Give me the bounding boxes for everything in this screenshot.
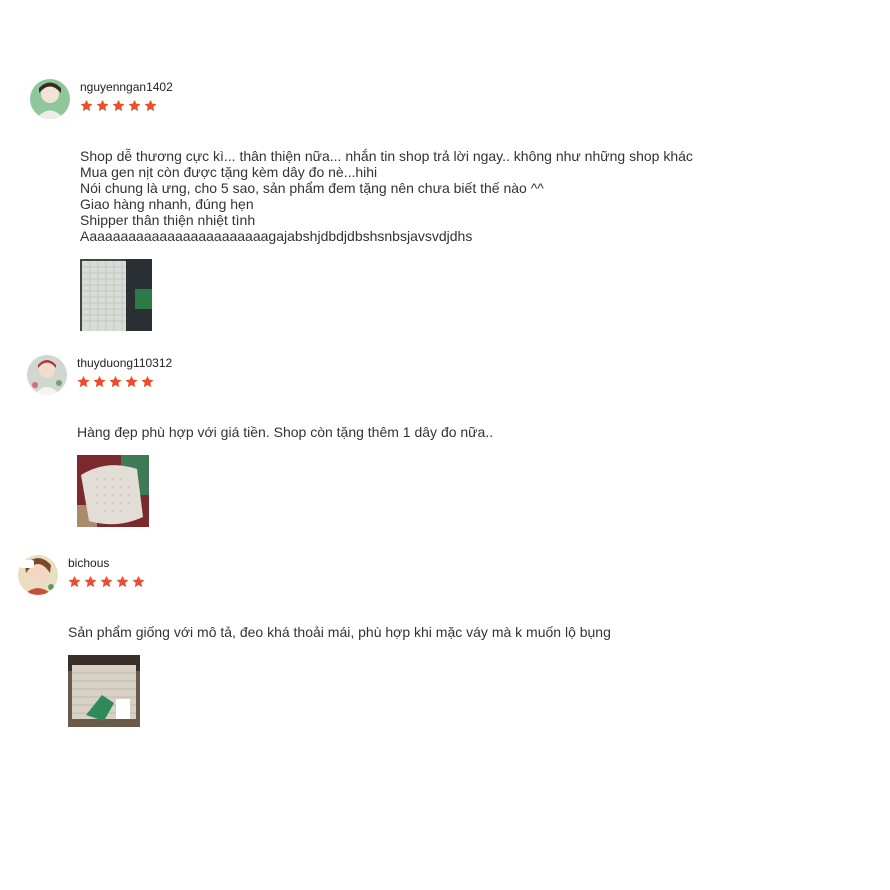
comment-line: Shipper thân thiện nhiệt tình (80, 212, 256, 228)
rating-stars (77, 375, 154, 389)
star-icon (80, 99, 93, 112)
username[interactable]: bichous (68, 556, 109, 570)
star-icon (144, 99, 157, 112)
star-icon (84, 575, 97, 588)
comment-line: Giao hàng nhanh, đúng hẹn (80, 196, 254, 212)
review-photo[interactable] (80, 259, 152, 331)
star-icon (141, 375, 154, 388)
review-item: nguyenngan1402 Shop dễ thương cực kì... … (30, 79, 790, 339)
review-item: thuyduong110312 Hàng đẹp phù hợp với giá… (27, 355, 787, 535)
star-icon (93, 375, 106, 388)
review-photo[interactable] (77, 455, 149, 527)
star-icon (109, 375, 122, 388)
star-icon (125, 375, 138, 388)
avatar[interactable] (30, 79, 70, 119)
star-icon (116, 575, 129, 588)
avatar[interactable] (27, 355, 67, 395)
comment-line: Sản phẩm giống với mô tả, đeo khá thoải … (68, 624, 611, 640)
username[interactable]: nguyenngan1402 (80, 80, 173, 94)
comment-line: Aaaaaaaaaaaaaaaaaaaaaaaagajabshjdbdjdbsh… (80, 228, 473, 244)
star-icon (96, 99, 109, 112)
avatar[interactable] (18, 555, 58, 595)
review-comment: Hàng đẹp phù hợp với giá tiền. Shop còn … (77, 424, 493, 440)
rating-stars (68, 575, 145, 589)
review-comment: Sản phẩm giống với mô tả, đeo khá thoải … (68, 624, 611, 640)
comment-line: Shop dễ thương cực kì... thân thiện nữa.… (80, 148, 693, 164)
comment-line: Nói chung là ưng, cho 5 sao, sản phẩm đe… (80, 180, 544, 196)
star-icon (100, 575, 113, 588)
username[interactable]: thuyduong110312 (77, 356, 172, 370)
star-icon (132, 575, 145, 588)
star-icon (128, 99, 141, 112)
comment-line: Hàng đẹp phù hợp với giá tiền. Shop còn … (77, 424, 494, 440)
star-icon (77, 375, 90, 388)
star-icon (68, 575, 81, 588)
review-photo[interactable] (68, 655, 140, 727)
star-icon (112, 99, 125, 112)
rating-stars (80, 99, 157, 113)
review-comment: Shop dễ thương cực kì... thân thiện nữa.… (80, 148, 693, 244)
comment-line: Mua gen nịt còn được tặng kèm dây đo nè.… (80, 164, 378, 180)
review-item: bichous Sản phẩm giống với mô tả, đeo kh… (18, 555, 778, 735)
